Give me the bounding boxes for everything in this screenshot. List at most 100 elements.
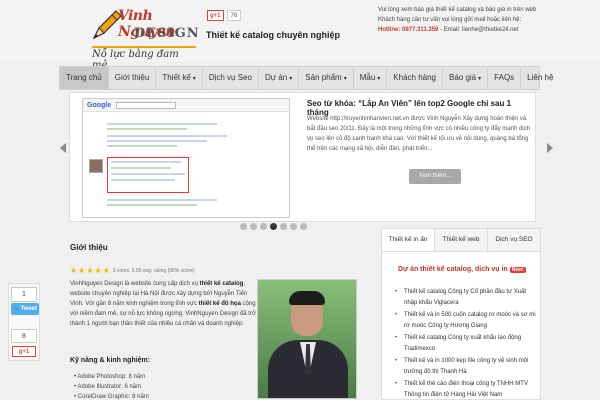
slide-text: Website http://truyenhinhanvien.net.vn đ… xyxy=(307,116,531,152)
intro-text-bold: thiết kế catalog xyxy=(199,281,244,287)
intro-title: Giới thiệu xyxy=(70,243,108,252)
gplus-button[interactable]: g+1 xyxy=(207,10,224,21)
nav-label: Liên hệ xyxy=(527,73,554,82)
nav-item-about[interactable]: Giới thiệu xyxy=(109,67,157,89)
gplus-share-count: 8 xyxy=(11,329,37,343)
featured-slider: Google Seo từ khóa: “Lắp An Viên” lên to… xyxy=(69,92,536,222)
result-line xyxy=(107,135,227,137)
slider-dot[interactable] xyxy=(240,223,247,230)
star-icon[interactable]: ★ xyxy=(78,266,85,275)
hotline-text[interactable]: Hotline: 0977.311.359 xyxy=(378,27,438,33)
tweet-button[interactable]: 🐦Tweet xyxy=(11,303,39,315)
tweet-label: Tweet xyxy=(20,306,38,312)
nav-item-clients[interactable]: Khách hàng xyxy=(387,67,443,89)
slider-dot[interactable] xyxy=(270,223,277,230)
skills-list: Adobe Photoshop: 8 năm Adobe Illustrator… xyxy=(74,372,149,400)
profile-photo xyxy=(257,279,357,399)
contact-line-advice: Khách hàng cần tư vấn vui lòng gửi mail … xyxy=(378,17,522,23)
site-logo[interactable]: Vinh Nguyen DESIGN Nỗ lực bằng đam mê xyxy=(90,6,200,71)
nav-item-pricing[interactable]: Báo giá ▾ xyxy=(443,67,489,89)
sidebar-heading[interactable]: Dự án thiết kế catalog, dịch vụ in New! xyxy=(398,266,526,273)
slider-dots xyxy=(240,223,307,230)
list-item[interactable]: Thiết kế catalog Công ty xuất khẩu lao đ… xyxy=(395,333,536,355)
nav-item-products[interactable]: Sản phẩm ▾ xyxy=(299,67,354,89)
nav-label: FAQs xyxy=(494,73,515,82)
slider-dot[interactable] xyxy=(280,223,287,230)
result-line xyxy=(107,123,217,125)
result-line xyxy=(111,161,181,163)
tab-web-design[interactable]: Thiết kế web xyxy=(435,229,488,251)
list-item[interactable]: Thiết kế và in 500 cuốn catalog rơ moóc … xyxy=(395,310,536,332)
nav-item-contact[interactable]: Liên hệ xyxy=(521,67,559,89)
nav-item-design[interactable]: Thiết kế ▾ xyxy=(156,67,203,89)
chevron-down-icon: ▾ xyxy=(377,76,381,82)
gplus-count: 76 xyxy=(226,10,242,21)
read-more-button[interactable]: Xem thêm... xyxy=(409,169,461,184)
rating-text: 3 votes, 5.00 avg. rating (98% score) xyxy=(112,267,195,274)
star-icon[interactable]: ★ xyxy=(95,266,102,275)
social-share-box: 1 🐦Tweet 8 g+1 xyxy=(8,283,40,361)
tab-print-design[interactable]: Thiết kế in ấn xyxy=(382,229,435,251)
slide-image[interactable]: Google xyxy=(82,98,290,218)
result-line xyxy=(107,199,217,201)
list-item[interactable]: Thiết kế catalog Công ty Cổ phần đầu tư … xyxy=(395,287,536,309)
slider-dot[interactable] xyxy=(300,223,307,230)
star-rating[interactable]: ★ ★ ★ ★ ★ 3 votes, 5.00 avg. rating (98%… xyxy=(70,266,195,275)
contact-box: Vui lòng xem báo giá thiết kế catalog và… xyxy=(378,5,548,35)
facebook-like-count: 1 xyxy=(11,287,37,302)
result-line xyxy=(111,167,171,169)
slider-prev-arrow-icon[interactable] xyxy=(60,143,66,153)
nav-item-home[interactable]: Trang chủ xyxy=(60,67,109,89)
nav-item-projects[interactable]: Dự án ▾ xyxy=(259,67,300,89)
project-list: Thiết kế catalog Công ty Cổ phần đầu tư … xyxy=(395,287,536,400)
main-nav: Trang chủ Giới thiệu Thiết kế ▾ Dịch vụ S… xyxy=(59,66,553,90)
logo-design: DESIGN xyxy=(134,26,200,41)
chevron-down-icon: ▾ xyxy=(192,76,196,82)
list-item: Adobe Illustrator: 6 năm xyxy=(74,382,149,392)
intro-text-bold: thiết kế đồ họa xyxy=(198,301,241,307)
star-icon[interactable]: ★ xyxy=(103,266,110,275)
slider-next-arrow-icon[interactable] xyxy=(547,143,553,153)
list-item: Adobe Photoshop: 8 năm xyxy=(74,372,149,382)
gplus-share-button[interactable]: g+1 xyxy=(12,346,36,357)
nav-item-templates[interactable]: Mẫu ▾ xyxy=(354,67,388,89)
slider-dot[interactable] xyxy=(290,223,297,230)
contact-line-hotline: Hotline: 0977.311.359 - Email: lienhe@th… xyxy=(378,25,548,35)
result-line xyxy=(107,128,187,130)
nav-label: Mẫu xyxy=(359,73,376,82)
result-line xyxy=(111,179,175,181)
nav-item-faqs[interactable]: FAQs xyxy=(488,67,522,89)
tab-seo-service[interactable]: Dịch vụ SEO xyxy=(488,229,540,251)
list-item[interactable]: Thiết kế và in 1000 kẹp file công ty vệ … xyxy=(395,356,536,378)
slider-dot[interactable] xyxy=(260,223,267,230)
projects-sidebar: Thiết kế in ấn Thiết kế web Dịch vụ SEO … xyxy=(381,228,541,400)
new-badge: New! xyxy=(509,267,526,273)
email-text[interactable]: - Email: lienhe@thietke24.net xyxy=(438,27,518,33)
site-header: Vinh Nguyen DESIGN Nỗ lực bằng đam mê g+… xyxy=(0,0,600,71)
result-thumbnail xyxy=(89,159,103,173)
star-icon[interactable]: ★ xyxy=(70,266,77,275)
nav-item-seo[interactable]: Dịch vụ Seo xyxy=(203,67,259,89)
sidebar-tabs: Thiết kế in ấn Thiết kế web Dịch vụ SEO xyxy=(382,229,540,252)
chevron-down-icon: ▾ xyxy=(289,76,293,82)
gplus-widget: g+1 76 xyxy=(207,10,242,21)
intro-text-part: VinhNguyen Design là website cung cấp dị… xyxy=(70,281,200,287)
skills-title: Kỹ năng & kinh nghiệm: xyxy=(70,357,151,364)
list-item[interactable]: Thiết kế thẻ cào điện thoại công ty TNHH… xyxy=(395,379,536,400)
google-logo: Google xyxy=(87,101,112,109)
star-icon[interactable]: ★ xyxy=(86,266,93,275)
nav-label: Trang chủ xyxy=(66,73,102,82)
nav-label: Giới thiệu xyxy=(114,73,150,82)
intro-section: Giới thiệu ★ ★ ★ ★ ★ 3 votes, 5.00 avg. … xyxy=(60,232,360,400)
google-search-bar: Google xyxy=(83,99,289,112)
list-item: CorelDraw Graphic: 8 năm xyxy=(74,392,149,400)
result-line xyxy=(107,145,177,147)
result-line xyxy=(107,204,197,206)
site-tagline: Thiết kế catalog chuyên nghiệp xyxy=(206,30,341,40)
slider-dot[interactable] xyxy=(250,223,257,230)
result-line xyxy=(107,140,207,142)
chevron-down-icon: ▾ xyxy=(478,76,482,82)
result-line xyxy=(111,173,185,175)
nav-label: Sản phẩm xyxy=(305,73,342,82)
nav-label: Dự án xyxy=(264,73,288,82)
